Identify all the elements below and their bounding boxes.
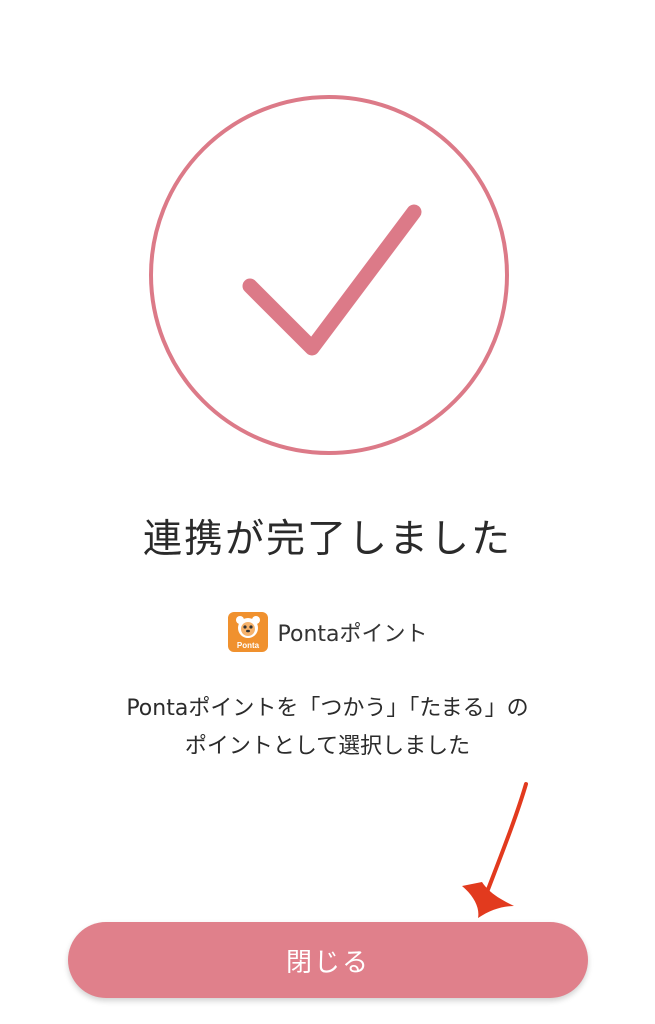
page-title: 連携が完了しました xyxy=(142,517,512,562)
ponta-logo-text: Ponta xyxy=(236,641,259,650)
confirmation-message: Pontaポイントを「つかう」「たまる」の ポイントとして選択しました xyxy=(0,690,655,766)
linked-service: Ponta Pontaポイント xyxy=(0,612,655,652)
message-line-2: ポイントとして選択しました xyxy=(184,734,471,759)
service-name: Pontaポイント xyxy=(277,622,428,647)
message-line-1: Pontaポイントを「つかう」「たまる」の xyxy=(126,696,529,721)
red-arrow-icon xyxy=(462,782,528,918)
ponta-logo-icon: Ponta xyxy=(227,612,268,652)
check-circle-icon xyxy=(149,95,509,455)
close-button[interactable]: 閉じる xyxy=(68,922,588,998)
